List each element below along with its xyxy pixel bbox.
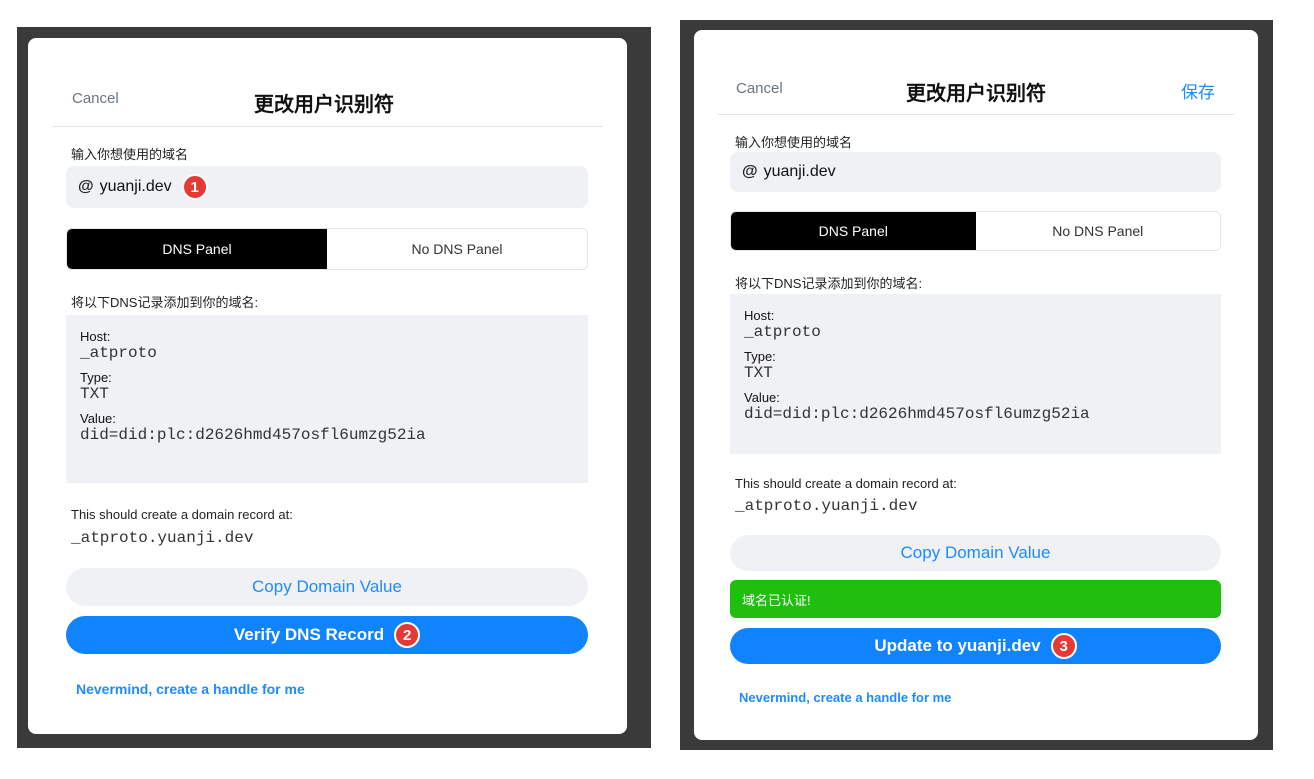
header-divider <box>718 114 1234 115</box>
type-value: TXT <box>744 364 773 382</box>
tab-dns-panel[interactable]: DNS Panel <box>731 212 976 250</box>
host-label: Host: <box>744 308 775 323</box>
dialog-title: 更改用户识别符 <box>254 94 394 116</box>
record-note: This should create a domain record at: <box>735 476 957 491</box>
cancel-button[interactable]: Cancel <box>736 80 783 97</box>
step-badge-3: 3 <box>1050 633 1077 659</box>
value-label: Value: <box>744 390 780 405</box>
record-value: did=did:plc:d2626hmd457osfl6umzg52ia <box>744 405 1090 423</box>
dns-mode-toggle: DNS Panel No DNS Panel <box>730 211 1221 251</box>
update-handle-button[interactable]: Update to yuanji.dev 3 <box>730 628 1221 664</box>
dns-mode-toggle: DNS Panel No DNS Panel <box>66 228 588 270</box>
cancel-button[interactable]: Cancel <box>72 90 119 107</box>
save-button[interactable]: 保存 <box>1181 78 1215 103</box>
dns-instructions: 将以下DNS记录添加到你的域名: <box>735 276 923 291</box>
record-note: This should create a domain record at: <box>71 507 293 522</box>
dialog-title: 更改用户识别符 <box>906 83 1046 105</box>
domain-label: 输入你想使用的域名 <box>735 135 853 150</box>
step-badge-2: 2 <box>394 622 421 648</box>
domain-input[interactable]: @ yuanji.dev 1 <box>66 166 588 208</box>
update-handle-label: Update to yuanji.dev <box>874 636 1041 655</box>
verified-banner: 域名已认证! <box>730 580 1221 618</box>
domain-input-value: yuanji.dev <box>763 163 836 180</box>
nevermind-link[interactable]: Nevermind, create a handle for me <box>739 690 951 705</box>
dns-record-box: Host: _atproto Type: TXT Value: did=did:… <box>730 294 1221 454</box>
tab-dns-panel[interactable]: DNS Panel <box>67 229 327 269</box>
tab-no-dns-panel[interactable]: No DNS Panel <box>975 212 1220 250</box>
verify-dns-record-button[interactable]: Verify DNS Record 2 <box>66 616 588 654</box>
dns-instructions: 将以下DNS记录添加到你的域名: <box>71 295 259 310</box>
header-divider <box>52 126 603 127</box>
at-icon: @ <box>742 163 758 180</box>
record-domain: _atproto.yuanji.dev <box>735 497 918 515</box>
dns-record-box: Host: _atproto Type: TXT Value: did=did:… <box>66 315 588 483</box>
tab-no-dns-panel[interactable]: No DNS Panel <box>327 229 587 269</box>
copy-domain-value-button[interactable]: Copy Domain Value <box>730 535 1221 571</box>
at-icon: @ <box>78 178 94 195</box>
step-badge-1: 1 <box>181 174 208 200</box>
nevermind-link[interactable]: Nevermind, create a handle for me <box>76 681 305 697</box>
verify-dns-record-label: Verify DNS Record <box>233 625 385 644</box>
domain-input-value: yuanji.dev <box>99 178 172 195</box>
domain-input[interactable]: @ yuanji.dev <box>730 152 1221 192</box>
record-value: did=did:plc:d2626hmd457osfl6umzg52ia <box>80 426 426 444</box>
type-value: TXT <box>80 385 109 403</box>
host-label: Host: <box>80 329 111 344</box>
type-label: Type: <box>744 349 776 364</box>
host-value: _atproto <box>80 344 157 362</box>
domain-label: 输入你想使用的域名 <box>71 147 189 162</box>
type-label: Type: <box>80 370 112 385</box>
value-label: Value: <box>80 411 116 426</box>
copy-domain-value-button[interactable]: Copy Domain Value <box>66 568 588 606</box>
right-dialog: Cancel 更改用户识别符 保存 输入你想使用的域名 @ yuanji.dev… <box>694 30 1258 740</box>
left-dialog: Cancel 更改用户识别符 输入你想使用的域名 @ yuanji.dev 1 … <box>28 38 627 734</box>
host-value: _atproto <box>744 323 821 341</box>
record-domain: _atproto.yuanji.dev <box>71 529 254 547</box>
